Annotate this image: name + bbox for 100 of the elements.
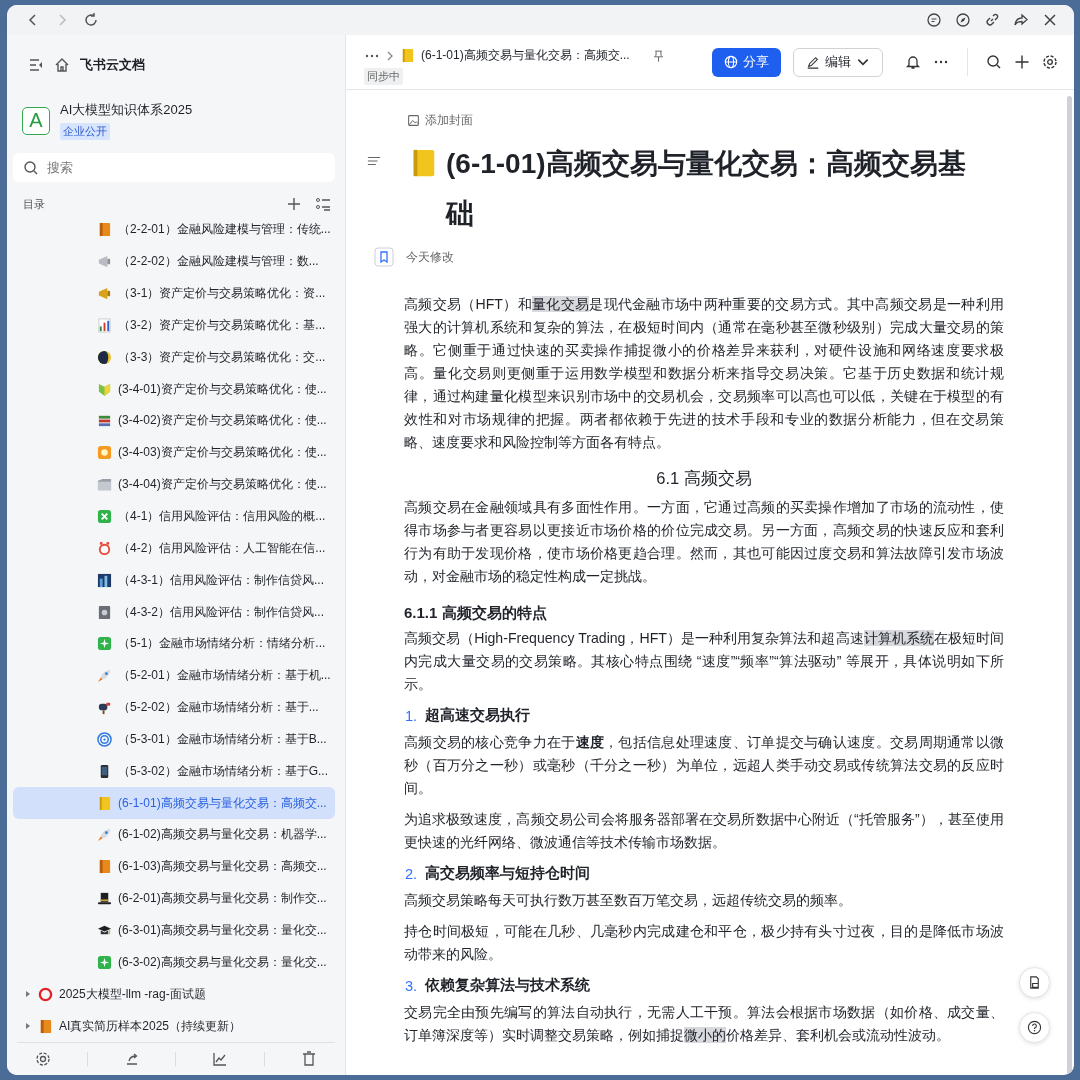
tree-item[interactable]: AI真实简历样本2025（持续更新） xyxy=(7,1010,345,1042)
toc-item[interactable]: (3-4-03)资产定价与交易策略优化：使... xyxy=(13,436,335,469)
toc-item[interactable]: （5-1）金融市场情绪分析：情绪分析... xyxy=(13,627,335,660)
megaphone-icon xyxy=(97,254,112,270)
bookmark-icon[interactable] xyxy=(374,247,394,267)
toc-item[interactable]: (3-4-02)资产定价与交易策略优化：使... xyxy=(13,405,335,437)
add-icon[interactable] xyxy=(1014,54,1030,70)
document-title: (6-1-01)高频交易与量化交易：高频交易基础 xyxy=(446,147,967,231)
book-icon xyxy=(97,222,112,238)
search-field[interactable]: 搜索 xyxy=(13,153,335,182)
tree-item[interactable]: 2025大模型-llm -rag-面试题 xyxy=(7,978,345,1011)
book-icon xyxy=(97,859,112,875)
settings-icon[interactable] xyxy=(1042,54,1058,70)
paragraph: 持仓时间极短，可能在几秒、几毫秒内完成建仓和平仓，极少持有头寸过夜，目的是降低市场波动带来的风险。 xyxy=(404,922,1004,964)
list-number: 1. xyxy=(405,707,418,724)
scrollbar[interactable] xyxy=(1067,96,1072,1075)
compass-icon[interactable] xyxy=(955,12,971,28)
paragraph: 交易完全由预先编写的算法自动执行，无需人工干预。算法会根据市场数据（如价格、成交量、订单簿深度等）实时调整交易策略，例如捕捉微小的价格差异、套利机会或流动性波动。 xyxy=(404,1003,1004,1045)
list-heading: 超高速交易执行 xyxy=(425,706,531,725)
paragraph: 高频交易在金融领域具有多面性作用。一方面，它通过高频的买卖操作增加了市场的流动性，使得市场参与者更容易以更接近市场价格的价位完成交易。另一方面，高频交易的快速反应和套利行为有助于发现价格，使市场价格更趋合理。然而，其也可能因过度交易和算法故障引发市场波动，对金融市场的稳定性构成一定挑战。 xyxy=(404,498,1004,586)
breadcrumb-title[interactable]: (6-1-01)高频交易与量化交易：高频交... xyxy=(421,47,630,64)
paragraph: 高频交易的核心竞争力在于速度，包括信息处理速度、订单提交与确认速度。交易周期通常以微秒（百万分之一秒）或毫秒（千分之一秒）为单位，远超人类手动交易或传统算法交易的反应时间。 xyxy=(404,733,1004,798)
list-heading: 高交易频率与短持仓时间 xyxy=(425,864,591,883)
toc-item[interactable]: (3-4-01)资产定价与交易策略优化：使... xyxy=(13,373,335,406)
section-heading: 6.1 高频交易 xyxy=(655,468,753,489)
search-icon xyxy=(23,159,39,176)
alarm-clock-icon xyxy=(97,540,112,556)
pin-icon[interactable] xyxy=(651,47,665,64)
safe-icon xyxy=(97,604,112,620)
help-icon xyxy=(1027,1020,1042,1035)
toc-item[interactable]: (6-1-02)高频交易与量化交易：机器学... xyxy=(13,819,335,851)
home-icon[interactable] xyxy=(54,57,70,73)
books-icon xyxy=(97,413,112,429)
toc-item[interactable]: (6-1-01)高频交易与量化交易：高频交... xyxy=(13,787,335,820)
toc-item[interactable]: (6-1-03)高频交易与量化交易：高频交... xyxy=(13,850,335,883)
add-icon[interactable] xyxy=(286,196,302,212)
paragraph: 高频交易策略每天可执行数万甚至数百万笔交易，远超传统交易的频率。 xyxy=(404,891,853,910)
list-number: 3. xyxy=(405,977,418,994)
toc-item[interactable]: (6-3-02)高频交易与量化交易：量化交... xyxy=(13,946,335,979)
page-icon-button[interactable] xyxy=(1019,967,1050,998)
book-icon xyxy=(38,1018,53,1034)
pencil-icon xyxy=(806,55,820,69)
toc-label: 目录 xyxy=(23,196,45,212)
notebook-icon xyxy=(400,48,415,63)
toc-item[interactable]: (6-3-01)高频交易与量化交易：量化交... xyxy=(13,914,335,947)
toc-item[interactable]: （3-3）资产定价与交易策略优化：交... xyxy=(13,341,335,374)
list-icon[interactable] xyxy=(315,196,331,212)
share-button[interactable]: 分享 xyxy=(712,47,781,77)
bar-chart-icon xyxy=(97,317,112,333)
toc-item[interactable]: (6-2-01)高频交易与量化交易：制作交... xyxy=(13,882,335,915)
toc-item[interactable]: （5-3-01）金融市场情绪分析：基于B... xyxy=(13,723,335,756)
line-chart-icon[interactable] xyxy=(212,1051,229,1067)
toc-item[interactable]: （5-2-01）金融市场情绪分析：基于机... xyxy=(13,659,335,692)
toc-item[interactable]: （4-3-1）信用风险评估：制作信贷风... xyxy=(13,564,335,597)
toc-item[interactable]: （4-1）信用风险评估：信用风险的概... xyxy=(13,500,335,533)
toc-item[interactable]: （5-3-02）金融市场情绪分析：基于G... xyxy=(13,755,335,788)
toc-item[interactable]: （2-2-01）金融风险建模与管理：传统... xyxy=(13,214,335,246)
notebook-icon xyxy=(97,795,112,811)
megaphone-icon xyxy=(97,286,112,302)
toc-item[interactable]: （4-3-2）信用风险评估：制作信贷风... xyxy=(13,596,335,628)
document-icon xyxy=(1027,975,1042,990)
app-title: 飞书云文档 xyxy=(80,56,145,74)
toc-item[interactable]: （5-2-02）金融市场情绪分析：基于... xyxy=(13,691,335,724)
settings-icon[interactable] xyxy=(34,1051,51,1067)
space-name: AI大模型知识体系2025 xyxy=(60,101,193,119)
toc-item[interactable]: （2-2-02）金融风险建模与管理：数... xyxy=(13,245,335,278)
paragraph: 高频交易（High-Frequency Trading，HFT）是一种利用复杂算法和超高速计算机系统在极短时间内完成大量交易的交易策略。其核心特点围绕 “速度”“频率”“算法驱动” 等展开，具体说明如下所示。 xyxy=(404,629,1004,694)
caret-icon[interactable] xyxy=(24,990,32,999)
subsection-heading: 6.1.1 高频交易的特点 xyxy=(404,604,548,623)
visibility-badge: 企业公开 xyxy=(60,123,110,140)
circle-icon xyxy=(38,986,53,1002)
close-icon[interactable] xyxy=(1042,12,1058,28)
paragraph: 高频交易（HFT）和量化交易是现代金融市场中两种重要的交易方式。其中高频交易是一种利用强大的计算机系统和复杂的算法，在极短时间内（通常在毫秒甚至微秒级别）完成大量交易的策略。它侧重于通过快速的买卖操作捕捉微小的价格差异来获利，对硬件设施和网络速度要求极高。量化交易则更侧重于运用数学模型和数据分析来指导交易决策。它基于历史数据和统计规律，通过构建量化模型来识别市场中的交易机会，交易频率可以高也可以低，关键在于模型的有效性和对市场规律的把握。两者都依赖于先进的技术手段和专业的数据分析能力，但在交易策略、速度要求和风险控制等方面各有特点。 xyxy=(404,295,1004,452)
moon-icon xyxy=(97,349,112,365)
mailbox-icon xyxy=(97,700,112,716)
refresh-icon[interactable] xyxy=(83,12,99,28)
image-icon xyxy=(407,114,420,127)
top-hat-icon xyxy=(97,891,112,907)
edit-button[interactable]: 编辑 xyxy=(793,47,883,77)
chat-icon[interactable] xyxy=(926,12,942,28)
add-cover-button[interactable]: 添加封面 xyxy=(407,112,473,129)
paragraph: 为追求极致速度，高频交易公司会将服务器部署在交易所数据中心附近（“托管服务”），甚至使用更快速的光纤网络、微波通信等技术传输市场数据。 xyxy=(404,810,1004,852)
globe-icon xyxy=(724,55,738,69)
search-icon[interactable] xyxy=(986,54,1002,70)
toc-item[interactable]: (3-4-04)资产定价与交易策略优化：使... xyxy=(13,468,335,501)
outline-icon[interactable] xyxy=(366,154,382,168)
space-avatar: A xyxy=(22,106,50,135)
share-arrow-icon[interactable] xyxy=(1013,12,1029,28)
toc-item[interactable]: （3-2）资产定价与交易策略优化：基... xyxy=(13,309,335,342)
list-heading: 依赖复杂算法与技术系统 xyxy=(425,976,591,995)
collapse-sidebar-icon[interactable] xyxy=(28,57,44,73)
toc-item[interactable]: （4-2）信用风险评估：人工智能在信... xyxy=(13,532,335,565)
city-icon xyxy=(97,572,112,588)
bell-icon[interactable] xyxy=(905,54,921,70)
toc-item[interactable]: （3-1）资产定价与交易策略优化：资... xyxy=(13,277,335,310)
caret-icon[interactable] xyxy=(24,1022,32,1030)
link-icon[interactable] xyxy=(984,12,1000,28)
chevron-icon xyxy=(386,49,394,62)
trash-icon[interactable] xyxy=(301,1051,317,1067)
help-button[interactable] xyxy=(1019,1012,1050,1043)
